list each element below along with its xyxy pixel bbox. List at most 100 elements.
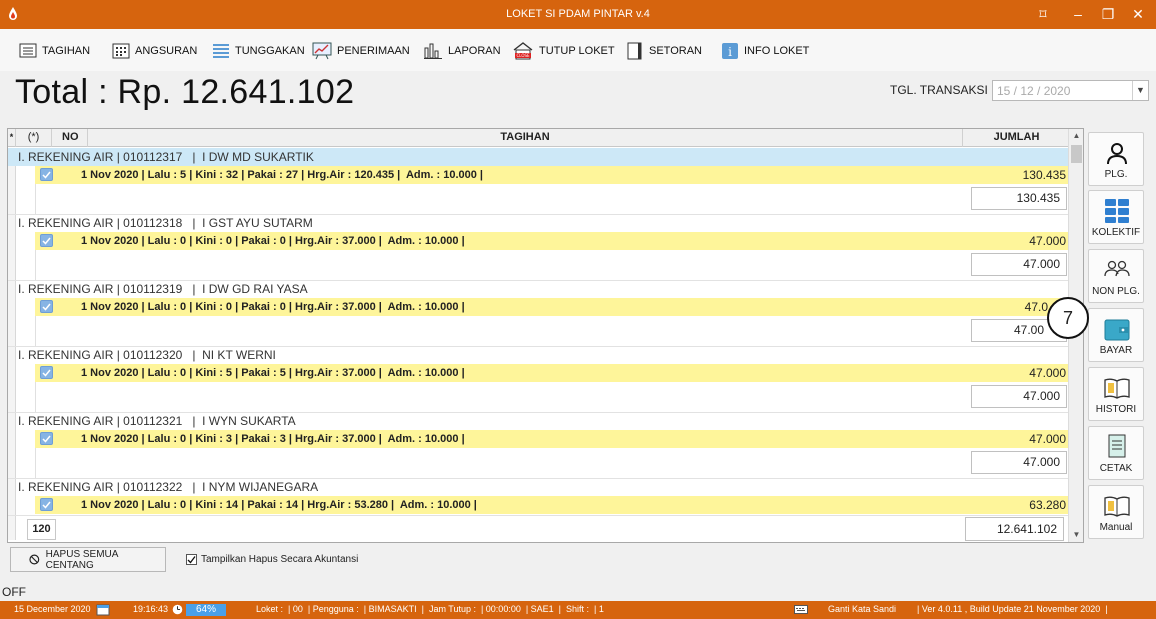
plg-button[interactable]: PLG. (1088, 132, 1144, 186)
tutup-loket-button[interactable]: CLOSE TUTUP LOKET (512, 40, 615, 62)
grand-total: 12.641.102 (965, 517, 1064, 541)
window-title: LOKET SI PDAM PINTAR v.4 (506, 8, 650, 20)
book-icon (1104, 378, 1130, 399)
prohibit-icon (29, 554, 40, 565)
header-star: * (8, 129, 16, 147)
subtotal-value: 130.435 (971, 187, 1067, 210)
tgl-transaksi-value: 15 / 12 / 2020 (997, 84, 1071, 98)
penerimaan-label: PENERIMAAN (337, 45, 410, 57)
clock-icon (172, 604, 183, 615)
setoran-label: SETORAN (649, 45, 702, 57)
cetak-button[interactable]: CETAK (1088, 426, 1144, 480)
svg-text:CLOSE: CLOSE (516, 53, 530, 58)
subtotal-row: 47.000 (35, 382, 1070, 412)
toolbar: TAGIHAN ANGSURAN TUNGGAKAN PENERIMAAN LA… (0, 29, 1156, 71)
manual-button[interactable]: Manual (1088, 485, 1144, 539)
group-row[interactable]: I. REKENING AIR | 010112321 | I WYN SUKA… (8, 412, 1070, 430)
restore-size-icon[interactable]: ⌑ (1031, 4, 1055, 24)
row-checkbox[interactable] (40, 234, 53, 247)
row-divider (8, 515, 1070, 516)
group-row[interactable]: I. REKENING AIR | 010112322 | I NYM WIJA… (8, 478, 1070, 496)
connection-status: OFF (2, 585, 26, 599)
subtotal-row: 47.000 (35, 448, 1070, 478)
info-loket-label: INFO LOKET (744, 45, 810, 57)
row-checkbox[interactable] (40, 498, 53, 511)
bayar-button[interactable]: BAYAR (1088, 308, 1144, 362)
monitor-list-icon (19, 43, 37, 58)
info-icon: i (722, 43, 738, 59)
print-document-icon (1108, 434, 1126, 458)
person-icon (1107, 143, 1127, 165)
kolektif-button[interactable]: KOLEKTIF (1088, 190, 1144, 244)
setoran-button[interactable]: SETORAN (626, 40, 702, 62)
annotation-callout: 7 (1047, 297, 1089, 339)
grid-blocks-icon (1105, 199, 1129, 223)
header-check[interactable]: (*) (16, 129, 52, 147)
subtotal-row: 47.00 (35, 316, 1070, 346)
chart-board-icon (312, 42, 332, 60)
calendar-icon[interactable] (96, 603, 110, 616)
grid-header: * (*) NO TAGIHAN JUMLAH (8, 129, 1070, 147)
non-plg-button[interactable]: NON PLG. (1088, 249, 1144, 303)
maximize-button[interactable]: ❐ (1096, 4, 1120, 24)
status-bar: 15 December 2020 19:16:43 64% Loket : | … (0, 601, 1156, 619)
ganti-kata-sandi-link[interactable]: Ganti Kata Sandi (828, 604, 896, 614)
tgl-transaksi-label: TGL. TRANSAKSI (890, 83, 988, 97)
hapus-semua-centang-button[interactable]: HAPUS SEMUA CENTANG (10, 547, 166, 572)
penerimaan-button[interactable]: PENERIMAAN (312, 40, 410, 62)
info-loket-button[interactable]: i INFO LOKET (721, 40, 809, 62)
subtotal-row: 130.435 (35, 184, 1070, 214)
checkbox-label: Tampilkan Hapus Secara Akuntansi (201, 554, 359, 565)
close-button[interactable]: ✕ (1126, 4, 1150, 24)
header-no[interactable]: NO (52, 129, 88, 147)
chevron-down-icon[interactable]: ▼ (1132, 81, 1148, 100)
manual-book-icon (1104, 496, 1130, 517)
scroll-thumb[interactable] (1071, 145, 1082, 163)
detail-row[interactable]: 1 Nov 2020 | Lalu : 0 | Kini : 0 | Pakai… (35, 232, 1070, 250)
detail-row[interactable]: 1 Nov 2020 | Lalu : 0 | Kini : 3 | Pakai… (35, 430, 1070, 448)
detail-row[interactable]: 1 Nov 2020 | Lalu : 5 | Kini : 32 | Paka… (35, 166, 1070, 184)
group-row[interactable]: I. REKENING AIR | 010112319 | I DW GD RA… (8, 280, 1070, 298)
laporan-button[interactable]: LAPORAN (423, 40, 501, 62)
app-window: LOKET SI PDAM PINTAR v.4 ⌑ – ❐ ✕ TAGIHAN… (0, 0, 1156, 619)
status-version: | Ver 4.0.11 , Build Update 21 November … (917, 604, 1108, 614)
tagihan-grid: * (*) NO TAGIHAN JUMLAH ▸ I. REKENING AI… (7, 128, 1084, 543)
group-row[interactable]: I. REKENING AIR | 010112320 | NI KT WERN… (8, 346, 1070, 364)
histori-button[interactable]: HISTORI (1088, 367, 1144, 421)
row-checkbox[interactable] (40, 300, 53, 313)
detail-row[interactable]: 1 Nov 2020 | Lalu : 0 | Kini : 5 | Pakai… (35, 364, 1070, 382)
header-tagihan[interactable]: TAGIHAN (88, 129, 963, 147)
hapus-label: HAPUS SEMUA CENTANG (45, 548, 118, 571)
scroll-up-icon[interactable]: ▲ (1069, 129, 1083, 143)
calendar-grid-icon (112, 43, 130, 59)
checkbox-box[interactable] (186, 554, 197, 565)
total-amount: Total : Rp. 12.641.102 (15, 73, 355, 111)
document-icon (627, 42, 642, 60)
tagihan-button[interactable]: TAGIHAN (19, 40, 90, 62)
group-row[interactable]: I. REKENING AIR | 010112318 | I GST AYU … (8, 214, 1070, 232)
row-checkbox[interactable] (40, 366, 53, 379)
progress-indicator: 64% (186, 604, 226, 616)
subtotal-row: 47.000 (35, 250, 1070, 280)
row-count: 120 (27, 519, 56, 540)
header-jumlah[interactable]: JUMLAH (963, 129, 1070, 147)
bar-chart-icon (424, 43, 442, 59)
tampilkan-hapus-checkbox[interactable]: Tampilkan Hapus Secara Akuntansi (186, 554, 358, 565)
close-shop-icon: CLOSE (513, 42, 533, 60)
list-lines-icon (213, 44, 229, 58)
subtotal-value: 47.000 (971, 451, 1067, 474)
minimize-button[interactable]: – (1066, 4, 1090, 24)
tgl-transaksi-picker[interactable]: 15 / 12 / 2020 ▼ (992, 80, 1149, 101)
detail-row[interactable]: 1 Nov 2020 | Lalu : 0 | Kini : 0 | Pakai… (35, 298, 1070, 316)
tunggakan-label: TUNGGAKAN (235, 45, 305, 57)
tunggakan-button[interactable]: TUNGGAKAN (212, 40, 305, 62)
status-date: 15 December 2020 (14, 604, 91, 614)
scroll-down-icon[interactable]: ▼ (1069, 528, 1083, 542)
group-row[interactable]: I. REKENING AIR | 010112317 | I DW MD SU… (8, 148, 1070, 166)
angsuran-button[interactable]: ANGSURAN (112, 40, 197, 62)
row-checkbox[interactable] (40, 168, 53, 181)
tutup-loket-label: TUTUP LOKET (539, 45, 615, 57)
row-checkbox[interactable] (40, 432, 53, 445)
svg-text:i: i (728, 45, 732, 59)
detail-row[interactable]: 1 Nov 2020 | Lalu : 0 | Kini : 14 | Paka… (35, 496, 1070, 514)
